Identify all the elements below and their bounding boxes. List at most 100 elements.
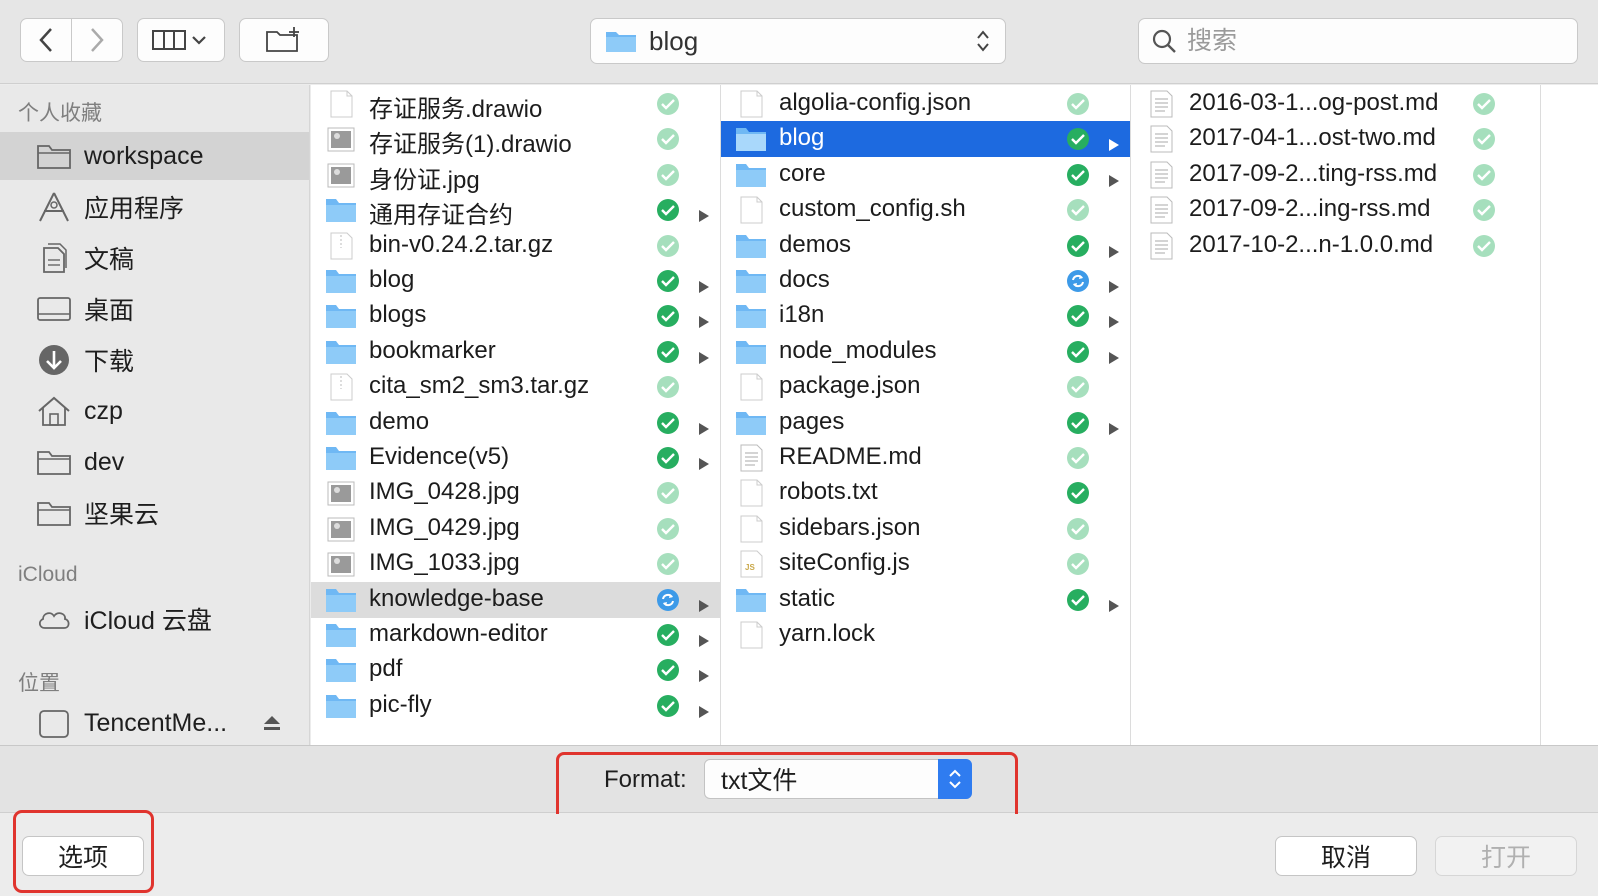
forward-button[interactable] bbox=[71, 18, 123, 62]
document-icon bbox=[735, 621, 767, 649]
search-input[interactable] bbox=[1187, 26, 1567, 56]
sidebar-item-documents[interactable]: 文稿 bbox=[0, 234, 309, 282]
folder-row[interactable]: core bbox=[721, 157, 1130, 193]
folder-row[interactable]: i18n bbox=[721, 298, 1130, 334]
disclosure-arrow-icon bbox=[698, 698, 710, 718]
file-row[interactable]: IMG_0428.jpg bbox=[311, 475, 720, 511]
file-row[interactable]: bin-v0.24.2.tar.gz bbox=[311, 228, 720, 264]
folder-row[interactable]: static bbox=[721, 582, 1130, 618]
file-row[interactable]: 身份证.jpg bbox=[311, 157, 720, 194]
file-row[interactable]: 2017-04-1...ost-two.md bbox=[1131, 121, 1540, 157]
synced-check-icon bbox=[656, 375, 680, 399]
folder-row[interactable]: demos bbox=[721, 228, 1130, 264]
folder-row[interactable]: blog bbox=[721, 121, 1130, 158]
new-folder-icon bbox=[266, 27, 299, 52]
folder-row[interactable]: blog bbox=[311, 263, 720, 299]
sidebar-item-jianguoyun[interactable]: 坚果云 bbox=[0, 489, 309, 537]
disclosure-arrow-icon bbox=[698, 273, 710, 293]
synced-check-icon bbox=[1066, 163, 1090, 187]
folder-row[interactable]: 通用存证合约 bbox=[311, 192, 720, 229]
folder-row[interactable]: docs bbox=[721, 263, 1130, 299]
item-name: README.md bbox=[779, 443, 922, 470]
browser-column-2[interactable]: algolia-config.json blog core custom_config… bbox=[721, 85, 1131, 745]
file-row[interactable]: 2017-09-2...ting-rss.md bbox=[1131, 157, 1540, 193]
browser-column-3[interactable]: 2016-03-1...og-post.md 2017-04-1...ost-tw… bbox=[1131, 85, 1541, 745]
folder-icon bbox=[735, 232, 767, 260]
sidebar-item-home[interactable]: czp bbox=[0, 387, 309, 435]
sidebar-item-label: 桌面 bbox=[84, 297, 135, 325]
sidebar-item-downloads[interactable]: 下载 bbox=[0, 336, 309, 384]
file-row[interactable]: algolia-config.json bbox=[721, 86, 1130, 122]
file-row[interactable]: robots.txt bbox=[721, 475, 1130, 511]
sidebar-item-workspace[interactable]: workspace bbox=[0, 132, 309, 180]
sidebar-item-label: 下载 bbox=[84, 348, 135, 376]
sidebar-item-label: 应用程序 bbox=[84, 195, 185, 223]
columns-view-icon bbox=[152, 30, 206, 50]
item-name: 2017-10-2...n-1.0.0.md bbox=[1189, 230, 1434, 258]
folder-icon bbox=[34, 496, 74, 530]
sidebar-item-desktop[interactable]: 桌面 bbox=[0, 285, 309, 333]
sidebar-item-icloud-drive[interactable]: iCloud 云盘 bbox=[0, 595, 309, 643]
toolbar: blog bbox=[0, 0, 1598, 84]
browser-column-1[interactable]: 存证服务.drawio 存证服务(1).drawio 身份证.jpg 通用存证合约 bi… bbox=[311, 85, 721, 745]
synced-check-icon bbox=[656, 446, 680, 470]
folder-row[interactable]: demo bbox=[311, 405, 720, 441]
sidebar-item-applications[interactable]: 应用程序 bbox=[0, 183, 309, 231]
folder-row[interactable]: knowledge-base bbox=[311, 581, 720, 618]
browser-column-4[interactable] bbox=[1541, 85, 1598, 745]
synced-check-icon bbox=[1066, 198, 1090, 222]
sidebar-item-tencentmeeting[interactable]: TencentMe... bbox=[0, 699, 309, 745]
documents-icon bbox=[34, 241, 74, 275]
file-row[interactable]: IMG_1033.jpg bbox=[311, 546, 720, 582]
synced-check-icon bbox=[1066, 481, 1090, 505]
new-folder-button[interactable] bbox=[239, 18, 329, 62]
file-row[interactable]: 存证服务.drawio bbox=[311, 86, 720, 123]
document-icon bbox=[735, 444, 767, 472]
file-row[interactable]: 2016-03-1...og-post.md bbox=[1131, 86, 1540, 122]
synced-check-icon bbox=[1066, 517, 1090, 541]
cancel-button[interactable]: 取消 bbox=[1275, 836, 1417, 876]
document-icon bbox=[1145, 232, 1177, 260]
item-name: 身份证.jpg bbox=[369, 166, 480, 194]
folder-icon bbox=[735, 409, 767, 437]
item-name: blogs bbox=[369, 301, 427, 329]
open-button[interactable]: 打开 bbox=[1435, 836, 1577, 876]
search-field[interactable] bbox=[1138, 18, 1578, 64]
folder-icon bbox=[325, 196, 357, 224]
folder-row[interactable]: pages bbox=[721, 405, 1130, 441]
sidebar: 个人收藏 workspace 应用程序 文稿 桌面 下载 czp dev 坚果云… bbox=[0, 85, 310, 745]
synced-check-icon bbox=[1066, 234, 1090, 258]
disclosure-arrow-icon bbox=[1108, 344, 1120, 364]
folder-row[interactable]: Evidence(v5) bbox=[311, 440, 720, 476]
folder-row[interactable]: markdown-editor bbox=[311, 617, 720, 653]
file-row[interactable]: IMG_0429.jpg bbox=[311, 511, 720, 547]
folder-row[interactable]: pdf bbox=[311, 652, 720, 688]
item-name: knowledge-base bbox=[369, 584, 544, 612]
folder-row[interactable]: pic-fly bbox=[311, 688, 720, 724]
file-row[interactable]: custom_config.sh bbox=[721, 192, 1130, 228]
item-name: 存证服务(1).drawio bbox=[369, 131, 572, 159]
path-popup[interactable]: blog bbox=[590, 18, 1006, 64]
file-row[interactable]: 存证服务(1).drawio bbox=[311, 121, 720, 159]
file-row[interactable]: sidebars.json bbox=[721, 511, 1130, 547]
desktop-icon bbox=[34, 292, 74, 326]
file-row[interactable]: 2017-09-2...ing-rss.md bbox=[1131, 192, 1540, 228]
item-name: core bbox=[779, 159, 826, 187]
sidebar-item-dev[interactable]: dev bbox=[0, 438, 309, 486]
file-row[interactable]: 2017-10-2...n-1.0.0.md bbox=[1131, 228, 1540, 264]
eject-icon[interactable] bbox=[262, 713, 282, 733]
synced-check-icon bbox=[656, 623, 680, 647]
file-row[interactable]: README.md bbox=[721, 440, 1130, 476]
item-name: markdown-editor bbox=[369, 620, 548, 647]
applications-icon bbox=[34, 190, 74, 224]
file-row[interactable]: cita_sm2_sm3.tar.gz bbox=[311, 369, 720, 405]
folder-row[interactable]: bookmarker bbox=[311, 334, 720, 370]
back-button[interactable] bbox=[20, 18, 72, 62]
file-row[interactable]: package.json bbox=[721, 369, 1130, 405]
folder-row[interactable]: node_modules bbox=[721, 334, 1130, 370]
view-mode-button[interactable] bbox=[137, 18, 225, 62]
folder-row[interactable]: blogs bbox=[311, 298, 720, 334]
file-row[interactable]: yarn.lock bbox=[721, 617, 1130, 653]
document-icon bbox=[325, 232, 357, 260]
file-row[interactable]: JS siteConfig.js bbox=[721, 546, 1130, 582]
